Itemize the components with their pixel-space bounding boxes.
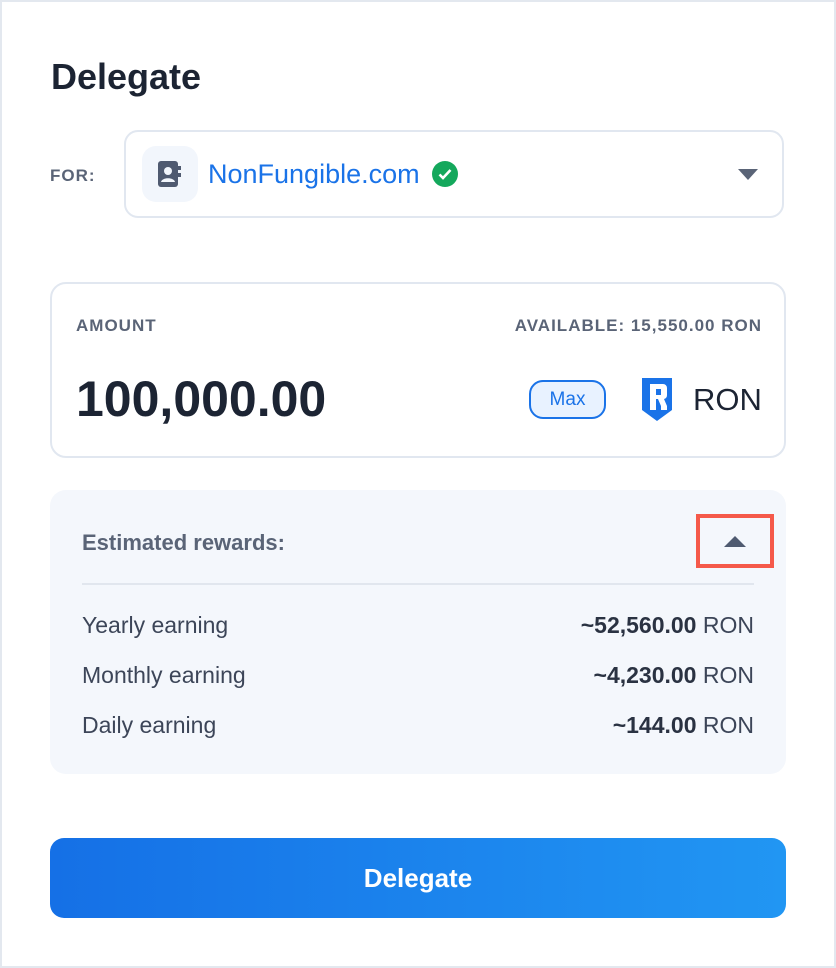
reward-label: Daily earning <box>82 712 217 738</box>
for-label: FOR: <box>50 166 96 185</box>
reward-label: Monthly earning <box>82 662 246 688</box>
reward-value: ~144.00 <box>612 712 697 738</box>
amount-label: AMOUNT <box>76 316 157 335</box>
max-button[interactable]: Max <box>529 380 606 419</box>
rewards-title: Estimated rewards: <box>82 530 285 555</box>
reward-row: Yearly earning ~52,560.00 RON <box>82 612 754 639</box>
amount-panel: AMOUNT AVAILABLE: 15,550.00 RON 100,000.… <box>50 282 786 458</box>
divider <box>82 583 754 585</box>
ron-logo-icon <box>642 378 672 421</box>
validator-name: NonFungible.com <box>208 158 420 189</box>
validator-select[interactable]: NonFungible.com <box>124 130 784 218</box>
page-title: Delegate <box>51 56 202 97</box>
reward-row: Daily earning ~144.00 RON <box>82 712 754 739</box>
reward-unit: RON <box>702 612 754 638</box>
delegate-button[interactable]: Delegate <box>50 838 786 918</box>
reward-row: Monthly earning ~4,230.00 RON <box>82 662 754 689</box>
reward-unit: RON <box>702 712 754 738</box>
verified-check-icon <box>431 161 458 187</box>
estimated-rewards-panel: Estimated rewards: Yearly earning ~52,560… <box>50 490 786 774</box>
reward-value: ~52,560.00 <box>580 612 697 638</box>
collapse-rewards-button[interactable] <box>696 514 774 568</box>
reward-value: ~4,230.00 <box>593 662 697 688</box>
chevron-down-icon[interactable] <box>738 169 758 180</box>
amount-input[interactable]: 100,000.00 <box>76 370 326 428</box>
available-balance: AVAILABLE: 15,550.00 RON <box>514 316 762 335</box>
contact-book-icon <box>142 146 198 202</box>
chevron-up-icon <box>724 535 746 547</box>
reward-label: Yearly earning <box>82 612 229 638</box>
reward-unit: RON <box>702 662 754 688</box>
token-symbol: RON <box>693 382 762 417</box>
